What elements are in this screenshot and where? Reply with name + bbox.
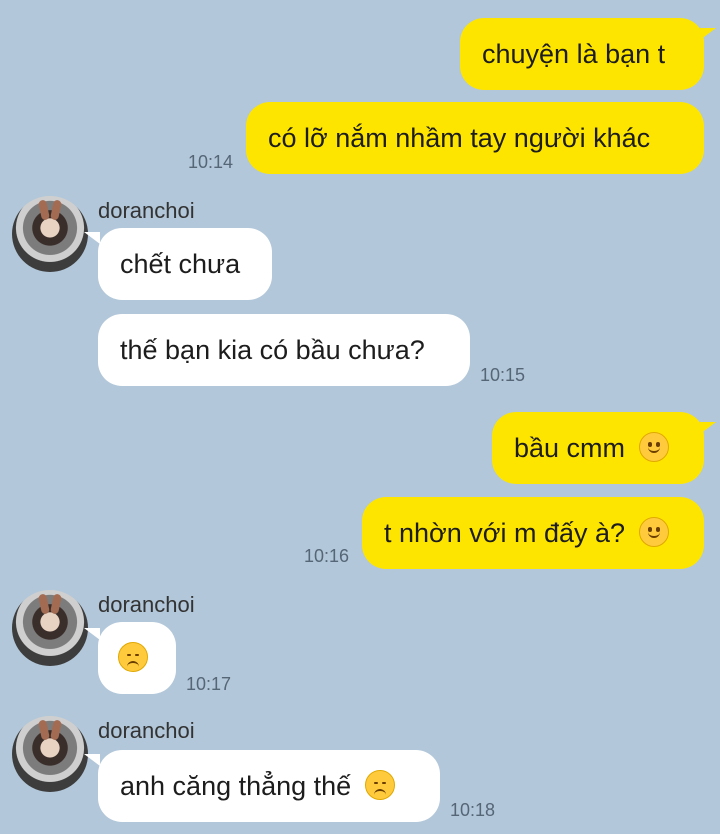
message-text: có lỡ nắm nhầm tay người khác	[268, 123, 651, 153]
message-text: chuyện là bạn t	[482, 39, 666, 69]
contact-avatar[interactable]	[12, 716, 88, 792]
message-text: bầu cmm	[514, 433, 626, 463]
bubble-tail	[700, 28, 716, 40]
message-text: t nhờn với m đấy à?	[384, 518, 626, 548]
bubble-tail	[700, 422, 716, 434]
contact-avatar[interactable]	[12, 590, 88, 666]
message-text: chết chưa	[120, 249, 241, 279]
avatar-detail	[38, 719, 50, 741]
disappointed-face-icon	[364, 769, 395, 800]
message-timestamp: 10:18	[450, 800, 496, 820]
disappointed-face-icon	[118, 641, 148, 672]
message-timestamp: 10:15	[480, 365, 526, 385]
message-bubble-incoming[interactable]	[98, 622, 176, 694]
contact-name: doranchoi	[98, 592, 195, 617]
slightly-smiling-face-icon	[638, 516, 669, 547]
avatar-detail	[50, 199, 62, 221]
contact-name: doranchoi	[98, 718, 195, 743]
avatar-detail	[50, 719, 62, 741]
message-timestamp: 10:14	[188, 152, 234, 172]
message-timestamp: 10:17	[186, 674, 232, 694]
bubble-tail	[84, 628, 100, 640]
message-bubble-incoming[interactable]: chết chưa	[98, 228, 272, 300]
avatar-detail	[38, 593, 50, 615]
avatar-detail	[50, 593, 62, 615]
bubble-tail	[84, 754, 100, 766]
message-bubble-incoming[interactable]: anh căng thẳng thế	[98, 750, 440, 822]
message-timestamp: 10:16	[304, 546, 350, 566]
message-bubble-incoming[interactable]: thế bạn kia có bầu chưa?	[98, 314, 470, 386]
slightly-smiling-face-icon	[638, 431, 669, 462]
message-text: anh căng thẳng thế	[120, 771, 352, 801]
bubble-tail	[84, 232, 100, 244]
message-bubble-outgoing[interactable]: chuyện là bạn t	[460, 18, 704, 90]
message-bubble-outgoing[interactable]: bầu cmm	[492, 412, 704, 484]
contact-avatar[interactable]	[12, 196, 88, 272]
contact-name: doranchoi	[98, 198, 195, 223]
message-bubble-outgoing[interactable]: t nhờn với m đấy à?	[362, 497, 704, 569]
message-text: thế bạn kia có bầu chưa?	[120, 335, 425, 365]
message-bubble-outgoing[interactable]: có lỡ nắm nhầm tay người khác	[246, 102, 704, 174]
avatar-detail	[38, 199, 50, 221]
